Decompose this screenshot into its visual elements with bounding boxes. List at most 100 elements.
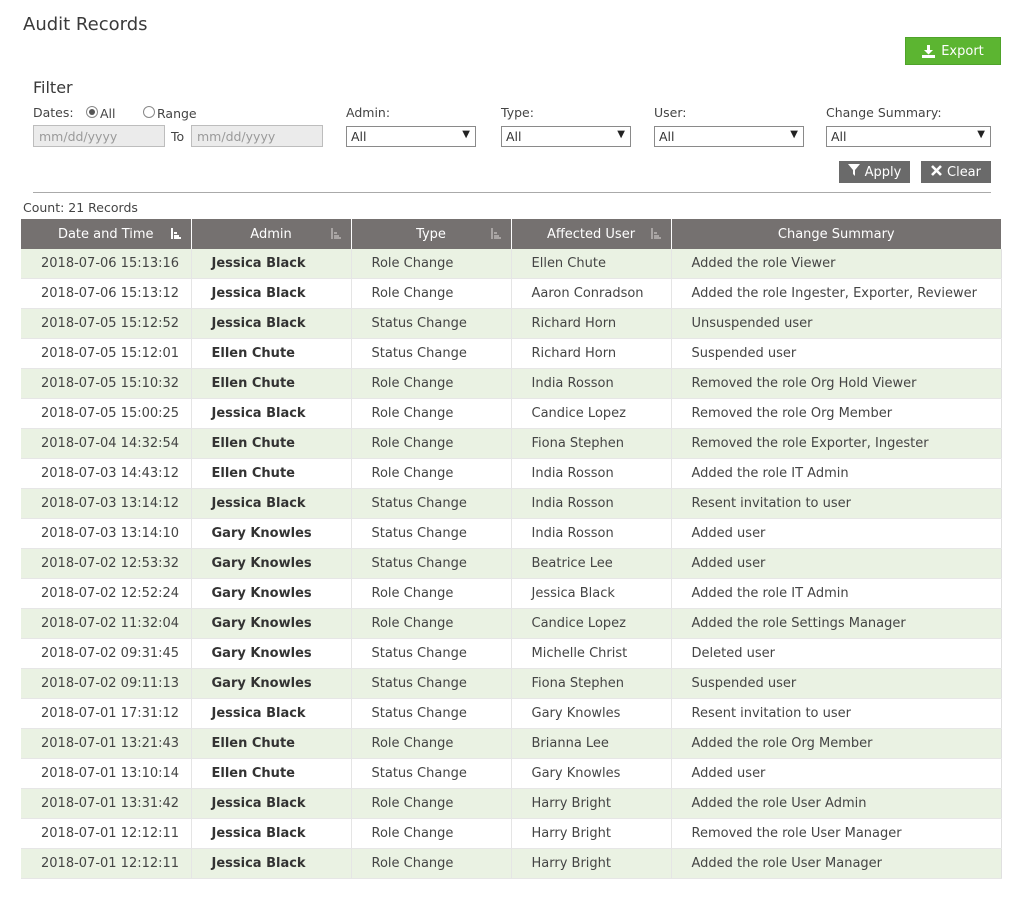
column-header-date[interactable]: Date and Time xyxy=(21,219,192,249)
cell-admin: Jessica Black xyxy=(191,488,352,519)
cell-change-summary: Unsuspended user xyxy=(671,308,1002,339)
admin-select[interactable]: All ▼ xyxy=(346,126,476,147)
cell-affected-user: India Rosson xyxy=(511,488,672,519)
cell-change-summary: Added user xyxy=(671,758,1002,789)
table-row[interactable]: 2018-07-04 14:32:54 Ellen Chute Role Chang… xyxy=(21,428,1002,459)
cell-affected-user: Aaron Conradson xyxy=(511,278,672,309)
table-row[interactable]: 2018-07-01 12:12:11 Jessica Black Role Cha… xyxy=(21,848,1002,879)
apply-label: Apply xyxy=(864,164,902,180)
sort-icon[interactable] xyxy=(490,228,501,239)
apply-button[interactable]: Apply xyxy=(839,161,910,183)
start-date-input[interactable]: mm/dd/yyyy xyxy=(33,125,165,147)
cell-affected-user: Harry Bright xyxy=(511,818,672,849)
cell-date-time: 2018-07-01 13:31:42 xyxy=(21,788,192,819)
cell-affected-user: Harry Bright xyxy=(511,848,672,879)
table-row[interactable]: 2018-07-03 14:43:12 Ellen Chute Role Chang… xyxy=(21,458,1002,489)
sort-icon[interactable] xyxy=(330,228,341,239)
cell-affected-user: Brianna Lee xyxy=(511,728,672,759)
cell-type: Role Change xyxy=(351,788,512,819)
sort-icon[interactable] xyxy=(170,228,181,239)
cell-date-time: 2018-07-01 12:12:11 xyxy=(21,818,192,849)
cell-admin: Ellen Chute xyxy=(191,368,352,399)
column-header-label: Date and Time xyxy=(57,226,154,242)
change-summary-filter-label: Change Summary: xyxy=(826,105,942,120)
cell-type: Role Change xyxy=(351,278,512,309)
cell-type: Role Change xyxy=(351,249,512,279)
dates-range-label: Range xyxy=(157,106,197,121)
cell-type: Status Change xyxy=(351,488,512,519)
cell-date-time: 2018-07-05 15:12:52 xyxy=(21,308,192,339)
cell-affected-user: Ellen Chute xyxy=(511,249,672,279)
table-row[interactable]: 2018-07-01 13:31:42 Jessica Black Role Cha… xyxy=(21,788,1002,819)
cell-change-summary: Removed the role Org Hold Viewer xyxy=(671,368,1002,399)
cell-change-summary: Added the role Viewer xyxy=(671,249,1002,279)
table-row[interactable]: 2018-07-02 11:32:04 Gary Knowles Role Chan… xyxy=(21,608,1002,639)
type-select[interactable]: All ▼ xyxy=(501,126,631,147)
cell-affected-user: India Rosson xyxy=(511,368,672,399)
table-row[interactable]: 2018-07-05 15:12:01 Ellen Chute Status Cha… xyxy=(21,338,1002,369)
column-header-type[interactable]: Type xyxy=(351,219,512,249)
table-body: 2018-07-06 15:13:16 Jessica Black Role Cha… xyxy=(21,249,1002,879)
change-summary-select[interactable]: All ▼ xyxy=(826,126,991,147)
cell-change-summary: Added the role Settings Manager xyxy=(671,608,1002,639)
table-row[interactable]: 2018-07-01 17:31:12 Jessica Black Status C… xyxy=(21,698,1002,729)
table-row[interactable]: 2018-07-01 12:12:11 Jessica Black Role Cha… xyxy=(21,818,1002,849)
cell-date-time: 2018-07-02 09:11:13 xyxy=(21,668,192,699)
cell-date-time: 2018-07-06 15:13:12 xyxy=(21,278,192,309)
filter-title: Filter xyxy=(33,78,73,97)
dates-all-radio[interactable] xyxy=(86,106,98,118)
type-filter-label: Type: xyxy=(501,105,534,120)
cell-admin: Jessica Black xyxy=(191,398,352,429)
record-count: Count: 21 Records xyxy=(23,200,138,215)
cell-affected-user: Richard Horn xyxy=(511,308,672,339)
column-header-admin[interactable]: Admin xyxy=(191,219,352,249)
cell-type: Role Change xyxy=(351,728,512,759)
table-row[interactable]: 2018-07-05 15:00:25 Jessica Black Role Cha… xyxy=(21,398,1002,429)
cell-date-time: 2018-07-03 13:14:12 xyxy=(21,488,192,519)
cell-type: Role Change xyxy=(351,368,512,399)
table-row[interactable]: 2018-07-05 15:12:52 Jessica Black Status C… xyxy=(21,308,1002,339)
table-row[interactable]: 2018-07-05 15:10:32 Ellen Chute Role Chang… xyxy=(21,368,1002,399)
cell-type: Role Change xyxy=(351,428,512,459)
table-row[interactable]: 2018-07-02 09:11:13 Gary Knowles Status Ch… xyxy=(21,668,1002,699)
user-select[interactable]: All ▼ xyxy=(654,126,804,147)
cell-date-time: 2018-07-02 09:31:45 xyxy=(21,638,192,669)
filter-icon xyxy=(847,164,860,180)
to-label: To xyxy=(171,129,185,144)
sort-icon[interactable] xyxy=(650,228,661,239)
cell-affected-user: Richard Horn xyxy=(511,338,672,369)
cell-type: Status Change xyxy=(351,518,512,549)
table-row[interactable]: 2018-07-06 15:13:12 Jessica Black Role Cha… xyxy=(21,278,1002,309)
table-row[interactable]: 2018-07-06 15:13:16 Jessica Black Role Cha… xyxy=(21,249,1002,279)
cell-type: Role Change xyxy=(351,848,512,879)
end-date-input[interactable]: mm/dd/yyyy xyxy=(191,125,323,147)
cell-affected-user: Candice Lopez xyxy=(511,398,672,429)
cell-type: Status Change xyxy=(351,758,512,789)
cell-admin: Gary Knowles xyxy=(191,578,352,609)
column-header-affected-user[interactable]: Affected User xyxy=(511,219,672,249)
table-row[interactable]: 2018-07-02 12:53:32 Gary Knowles Status Ch… xyxy=(21,548,1002,579)
export-label: Export xyxy=(941,43,984,59)
dates-range-radio[interactable] xyxy=(143,106,155,118)
clear-label: Clear xyxy=(947,164,981,180)
cell-admin: Gary Knowles xyxy=(191,638,352,669)
cell-date-time: 2018-07-05 15:10:32 xyxy=(21,368,192,399)
cell-affected-user: Jessica Black xyxy=(511,578,672,609)
cell-affected-user: Gary Knowles xyxy=(511,698,672,729)
clear-button[interactable]: Clear xyxy=(921,161,991,183)
cell-change-summary: Removed the role Org Member xyxy=(671,398,1002,429)
chevron-down-icon: ▼ xyxy=(617,129,625,140)
table-row[interactable]: 2018-07-02 12:52:24 Gary Knowles Role Chan… xyxy=(21,578,1002,609)
table-row[interactable]: 2018-07-01 13:21:43 Ellen Chute Role Chang… xyxy=(21,728,1002,759)
export-button[interactable]: Export xyxy=(905,37,1001,65)
cell-change-summary: Added the role IT Admin xyxy=(671,458,1002,489)
table-row[interactable]: 2018-07-01 13:10:14 Ellen Chute Status Cha… xyxy=(21,758,1002,789)
cell-admin: Jessica Black xyxy=(191,848,352,879)
cell-admin: Ellen Chute xyxy=(191,458,352,489)
dates-all-label: All xyxy=(100,106,116,121)
change-summary-select-value: All xyxy=(831,129,847,144)
table-row[interactable]: 2018-07-03 13:14:12 Jessica Black Status C… xyxy=(21,488,1002,519)
cell-type: Status Change xyxy=(351,698,512,729)
table-row[interactable]: 2018-07-02 09:31:45 Gary Knowles Status Ch… xyxy=(21,638,1002,669)
table-row[interactable]: 2018-07-03 13:14:10 Gary Knowles Status Ch… xyxy=(21,518,1002,549)
